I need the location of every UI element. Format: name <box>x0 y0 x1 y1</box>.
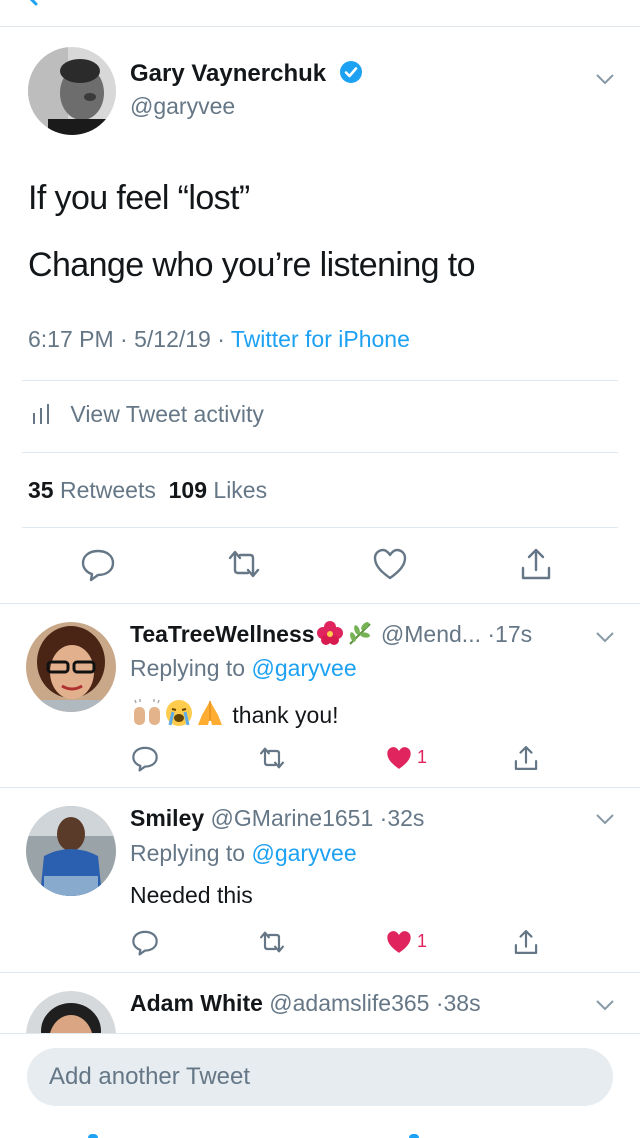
like-heart-icon[interactable] <box>372 546 408 582</box>
retweets-count: 35 <box>28 477 54 503</box>
reply-text: Needed this <box>130 882 253 908</box>
meta-separator: · <box>435 990 444 1016</box>
tweet-stats: 35 Retweets 109 Likes <box>28 477 267 504</box>
share-icon[interactable] <box>512 928 540 956</box>
reply-tweet[interactable]: Adam White @adamslife365 ·38s <box>0 973 640 1033</box>
chevron-down-icon[interactable] <box>595 73 615 85</box>
main-tweet: Gary Vaynerchuk @garyvee If you feel “lo… <box>0 27 640 604</box>
verified-badge-icon <box>339 61 362 83</box>
crying-face-icon <box>166 700 192 726</box>
add-tweet-placeholder: Add another Tweet <box>49 1063 251 1090</box>
retweets-stat[interactable]: 35 Retweets <box>28 477 156 503</box>
replying-to-prefix: Replying to <box>130 655 246 681</box>
chevron-down-icon[interactable] <box>595 631 615 643</box>
author-avatar[interactable] <box>28 47 116 135</box>
author-name[interactable]: Gary Vaynerchuk <box>130 60 363 88</box>
analytics-bars-icon <box>33 404 49 424</box>
reply-tweet[interactable]: TeaTreeWellness @Mend... ·17s Replying t… <box>0 604 640 788</box>
reply-author-name[interactable]: Adam White <box>130 990 263 1016</box>
reply-avatar[interactable] <box>26 991 116 1033</box>
divider <box>22 527 618 528</box>
tab-bar-indicator <box>88 1134 98 1138</box>
tweet-meta: 6:17 PM · 5/12/19 · Twitter for iPhone <box>28 326 410 353</box>
retweets-label: Retweets <box>59 477 156 503</box>
likes-count: 109 <box>168 477 208 503</box>
reply-icon[interactable] <box>131 928 159 956</box>
reply-author-handle[interactable]: @Mend... <box>381 621 481 647</box>
reply-header: Smiley @GMarine1651 ·32s <box>130 805 424 832</box>
reply-like-count: 1 <box>417 931 428 951</box>
share-icon[interactable] <box>518 546 554 582</box>
add-tweet-input[interactable]: Add another Tweet <box>27 1048 613 1106</box>
reply-header: TeaTreeWellness @Mend... ·17s <box>130 620 532 648</box>
retweet-icon[interactable] <box>258 928 286 956</box>
reply-author-handle[interactable]: @GMarine1651 <box>211 805 374 831</box>
likes-stat[interactable]: 109 Likes <box>169 477 267 503</box>
likes-label: Likes <box>213 477 268 503</box>
meta-separator: · <box>217 326 225 352</box>
chevron-down-icon[interactable] <box>595 999 615 1011</box>
divider <box>22 380 618 381</box>
replying-to-mention[interactable]: @garyvee <box>251 655 356 681</box>
reply-timestamp: 17s <box>495 621 533 647</box>
reply-text-body: thank you! <box>232 702 339 728</box>
author-handle[interactable]: @garyvee <box>130 93 235 120</box>
replying-to: Replying to @garyvee <box>130 655 357 682</box>
tweet-date: 5/12/19 <box>134 326 211 352</box>
folded-hands-icon <box>198 701 222 725</box>
reply-timestamp: 32s <box>387 805 425 831</box>
navigation-bar <box>0 0 640 27</box>
author-name-text: Gary Vaynerchuk <box>130 60 327 87</box>
tweet-time: 6:17 PM <box>28 326 114 352</box>
tab-bar-indicator <box>409 1134 419 1138</box>
tweet-source-link[interactable]: Twitter for iPhone <box>231 326 410 352</box>
back-arrow-icon[interactable] <box>22 0 42 6</box>
meta-separator: · <box>487 621 496 647</box>
liked-heart-icon[interactable] <box>385 928 413 956</box>
reply-timestamp: 38s <box>443 990 481 1016</box>
meta-separator: · <box>120 326 128 352</box>
replying-to-mention[interactable]: @garyvee <box>251 840 356 866</box>
reply-avatar[interactable] <box>26 622 116 712</box>
reply-author-name[interactable]: TeaTreeWellness <box>130 621 315 647</box>
reply-avatar[interactable] <box>26 806 116 896</box>
chevron-down-icon[interactable] <box>595 813 615 825</box>
compose-bar: Add another Tweet <box>0 1033 640 1138</box>
tweet-text-line-2: Change who you’re listening to <box>28 246 476 284</box>
reply-author-name[interactable]: Smiley <box>130 805 204 831</box>
tweet-text-line-1: If you feel “lost” <box>28 179 250 217</box>
reply-tweet[interactable]: Smiley @GMarine1651 ·32s Replying to @ga… <box>0 788 640 973</box>
reply-author-handle[interactable]: @adamslife365 <box>269 990 429 1016</box>
liked-heart-icon[interactable] <box>385 744 413 772</box>
raised-hands-icon <box>134 699 160 725</box>
retweet-icon[interactable] <box>258 744 286 772</box>
herb-icon <box>348 622 371 645</box>
view-tweet-activity-label: View Tweet activity <box>70 401 264 427</box>
reply-text: thank you! <box>130 699 339 729</box>
replying-to: Replying to @garyvee <box>130 840 357 867</box>
replying-to-prefix: Replying to <box>130 840 246 866</box>
reply-icon[interactable] <box>131 744 159 772</box>
reply-header: Adam White @adamslife365 ·38s <box>130 990 481 1017</box>
view-tweet-activity-button[interactable]: View Tweet activity <box>32 401 264 428</box>
retweet-icon[interactable] <box>226 546 262 582</box>
hibiscus-icon <box>316 621 343 645</box>
share-icon[interactable] <box>512 744 540 772</box>
reply-icon[interactable] <box>80 546 116 582</box>
reply-like-count: 1 <box>417 747 428 767</box>
divider <box>22 452 618 453</box>
